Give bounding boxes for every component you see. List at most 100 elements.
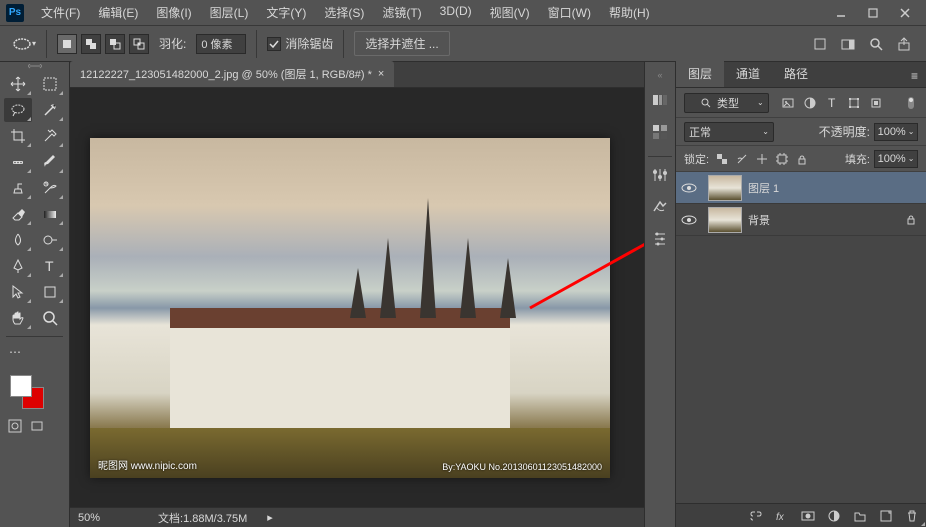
gradient-tool[interactable] [36,202,64,226]
filter-shape-icon[interactable] [847,96,861,110]
lock-pixels-icon[interactable] [735,152,749,166]
marquee-tool[interactable] [36,72,64,96]
opacity-input[interactable]: 100%⌄ [874,123,918,141]
filter-type-icon[interactable]: T [825,96,839,110]
shape-tool[interactable] [36,280,64,304]
close-button[interactable] [890,3,920,23]
menu-file[interactable]: 文件(F) [34,1,87,24]
tab-layers[interactable]: 图层 [676,60,724,87]
libraries-panel-icon[interactable] [648,227,672,251]
layer-row[interactable]: 背景 [676,204,926,236]
panel-menu-icon[interactable]: ≡ [903,65,926,87]
new-layer-icon[interactable] [878,508,894,524]
filter-smart-icon[interactable] [869,96,883,110]
layer-name[interactable]: 背景 [748,212,904,228]
tab-paths[interactable]: 路径 [772,60,820,87]
filter-pixel-icon[interactable] [781,96,795,110]
layer-mask-icon[interactable] [800,508,816,524]
crop-tool[interactable] [4,124,32,148]
mode-new-selection[interactable] [57,34,77,54]
divider [46,30,47,58]
minimize-button[interactable] [826,3,856,23]
menu-edit[interactable]: 编辑(E) [91,1,145,24]
lock-all-icon[interactable] [795,152,809,166]
brush-tool[interactable] [36,150,64,174]
lock-artboard-icon[interactable] [775,152,789,166]
blur-tool[interactable] [4,228,32,252]
layer-name[interactable]: 图层 1 [748,180,918,196]
color-panel-icon[interactable] [648,88,672,112]
menu-help[interactable]: 帮助(H) [602,1,657,24]
toolbox-handle[interactable] [0,62,69,70]
menu-layer[interactable]: 图层(L) [203,1,256,24]
styles-panel-icon[interactable] [648,195,672,219]
edit-toolbar-icon[interactable]: ⋯ [6,343,24,361]
mode-intersect-selection[interactable] [129,34,149,54]
menu-image[interactable]: 图像(I) [149,1,198,24]
select-and-mask-button[interactable]: 选择并遮住 ... [354,31,449,56]
feather-input[interactable] [196,34,246,54]
delete-layer-icon[interactable] [904,508,920,524]
foreground-color[interactable] [10,375,32,397]
eraser-tool[interactable] [4,202,32,226]
type-tool[interactable]: T [36,254,64,278]
canvas-area[interactable]: 昵图网 www.nipic.com By:YAOKU No.2013060112… [70,88,644,507]
zoom-tool[interactable] [36,306,64,330]
workspace-icon[interactable] [838,34,858,54]
dodge-tool[interactable] [36,228,64,252]
document-tab[interactable]: 12122227_123051482000_2.jpg @ 50% (图层 1,… [70,61,394,87]
clone-stamp-tool[interactable] [4,176,32,200]
search-icon[interactable] [866,34,886,54]
mode-subtract-selection[interactable] [105,34,125,54]
hand-tool[interactable] [4,306,32,330]
layer-thumbnail[interactable] [708,175,742,201]
filter-toggle-icon[interactable] [904,96,918,110]
fill-input[interactable]: 100%⌄ [874,150,918,168]
zoom-value[interactable]: 50% [78,512,138,524]
mode-add-selection[interactable] [81,34,101,54]
filter-adjust-icon[interactable] [803,96,817,110]
blend-mode-select[interactable]: 正常⌄ [684,122,774,142]
visibility-toggle[interactable] [676,214,702,226]
adjustments-panel-icon[interactable] [648,163,672,187]
antialias-checkbox[interactable]: 消除锯齿 [267,35,333,52]
new-group-icon[interactable] [852,508,868,524]
close-icon[interactable]: × [378,68,384,80]
filter-type-select[interactable]: 类型⌄ [684,93,769,113]
menu-select[interactable]: 选择(S) [317,1,371,24]
swatches-panel-icon[interactable] [648,120,672,144]
quickmask-tool[interactable] [6,417,24,435]
menu-filter[interactable]: 滤镜(T) [375,1,428,24]
menu-type[interactable]: 文字(Y) [259,1,313,24]
share-icon[interactable] [894,34,914,54]
lock-position-icon[interactable] [755,152,769,166]
adjustment-layer-icon[interactable] [826,508,842,524]
current-tool-icon[interactable]: ▾ [12,32,36,56]
lasso-tool[interactable] [4,98,32,122]
healing-tool[interactable] [4,150,32,174]
layer-row[interactable]: 图层 1 [676,172,926,204]
strip-expand-handle[interactable]: « [657,70,662,80]
move-tool[interactable] [4,72,32,96]
path-select-tool[interactable] [4,280,32,304]
pin-icon[interactable] [810,34,830,54]
document-canvas[interactable]: 昵图网 www.nipic.com By:YAOKU No.2013060112… [90,138,610,478]
magic-wand-tool[interactable] [36,98,64,122]
visibility-toggle[interactable] [676,182,702,194]
layer-thumbnail[interactable] [708,207,742,233]
color-swatches[interactable] [0,371,69,415]
layer-style-icon[interactable]: fx [774,508,790,524]
menu-view[interactable]: 视图(V) [483,1,537,24]
eyedropper-tool[interactable] [36,124,64,148]
maximize-button[interactable] [858,3,888,23]
menu-window[interactable]: 窗口(W) [541,1,598,24]
tab-channels[interactable]: 通道 [724,60,772,87]
collapsed-panels-strip: « [644,62,676,527]
link-layers-icon[interactable] [748,508,764,524]
menu-3d[interactable]: 3D(D) [433,1,479,24]
status-chevron-icon[interactable]: ▸ [267,511,273,524]
screenmode-tool[interactable] [28,417,46,435]
lock-transparent-icon[interactable] [715,152,729,166]
pen-tool[interactable] [4,254,32,278]
history-brush-tool[interactable] [36,176,64,200]
